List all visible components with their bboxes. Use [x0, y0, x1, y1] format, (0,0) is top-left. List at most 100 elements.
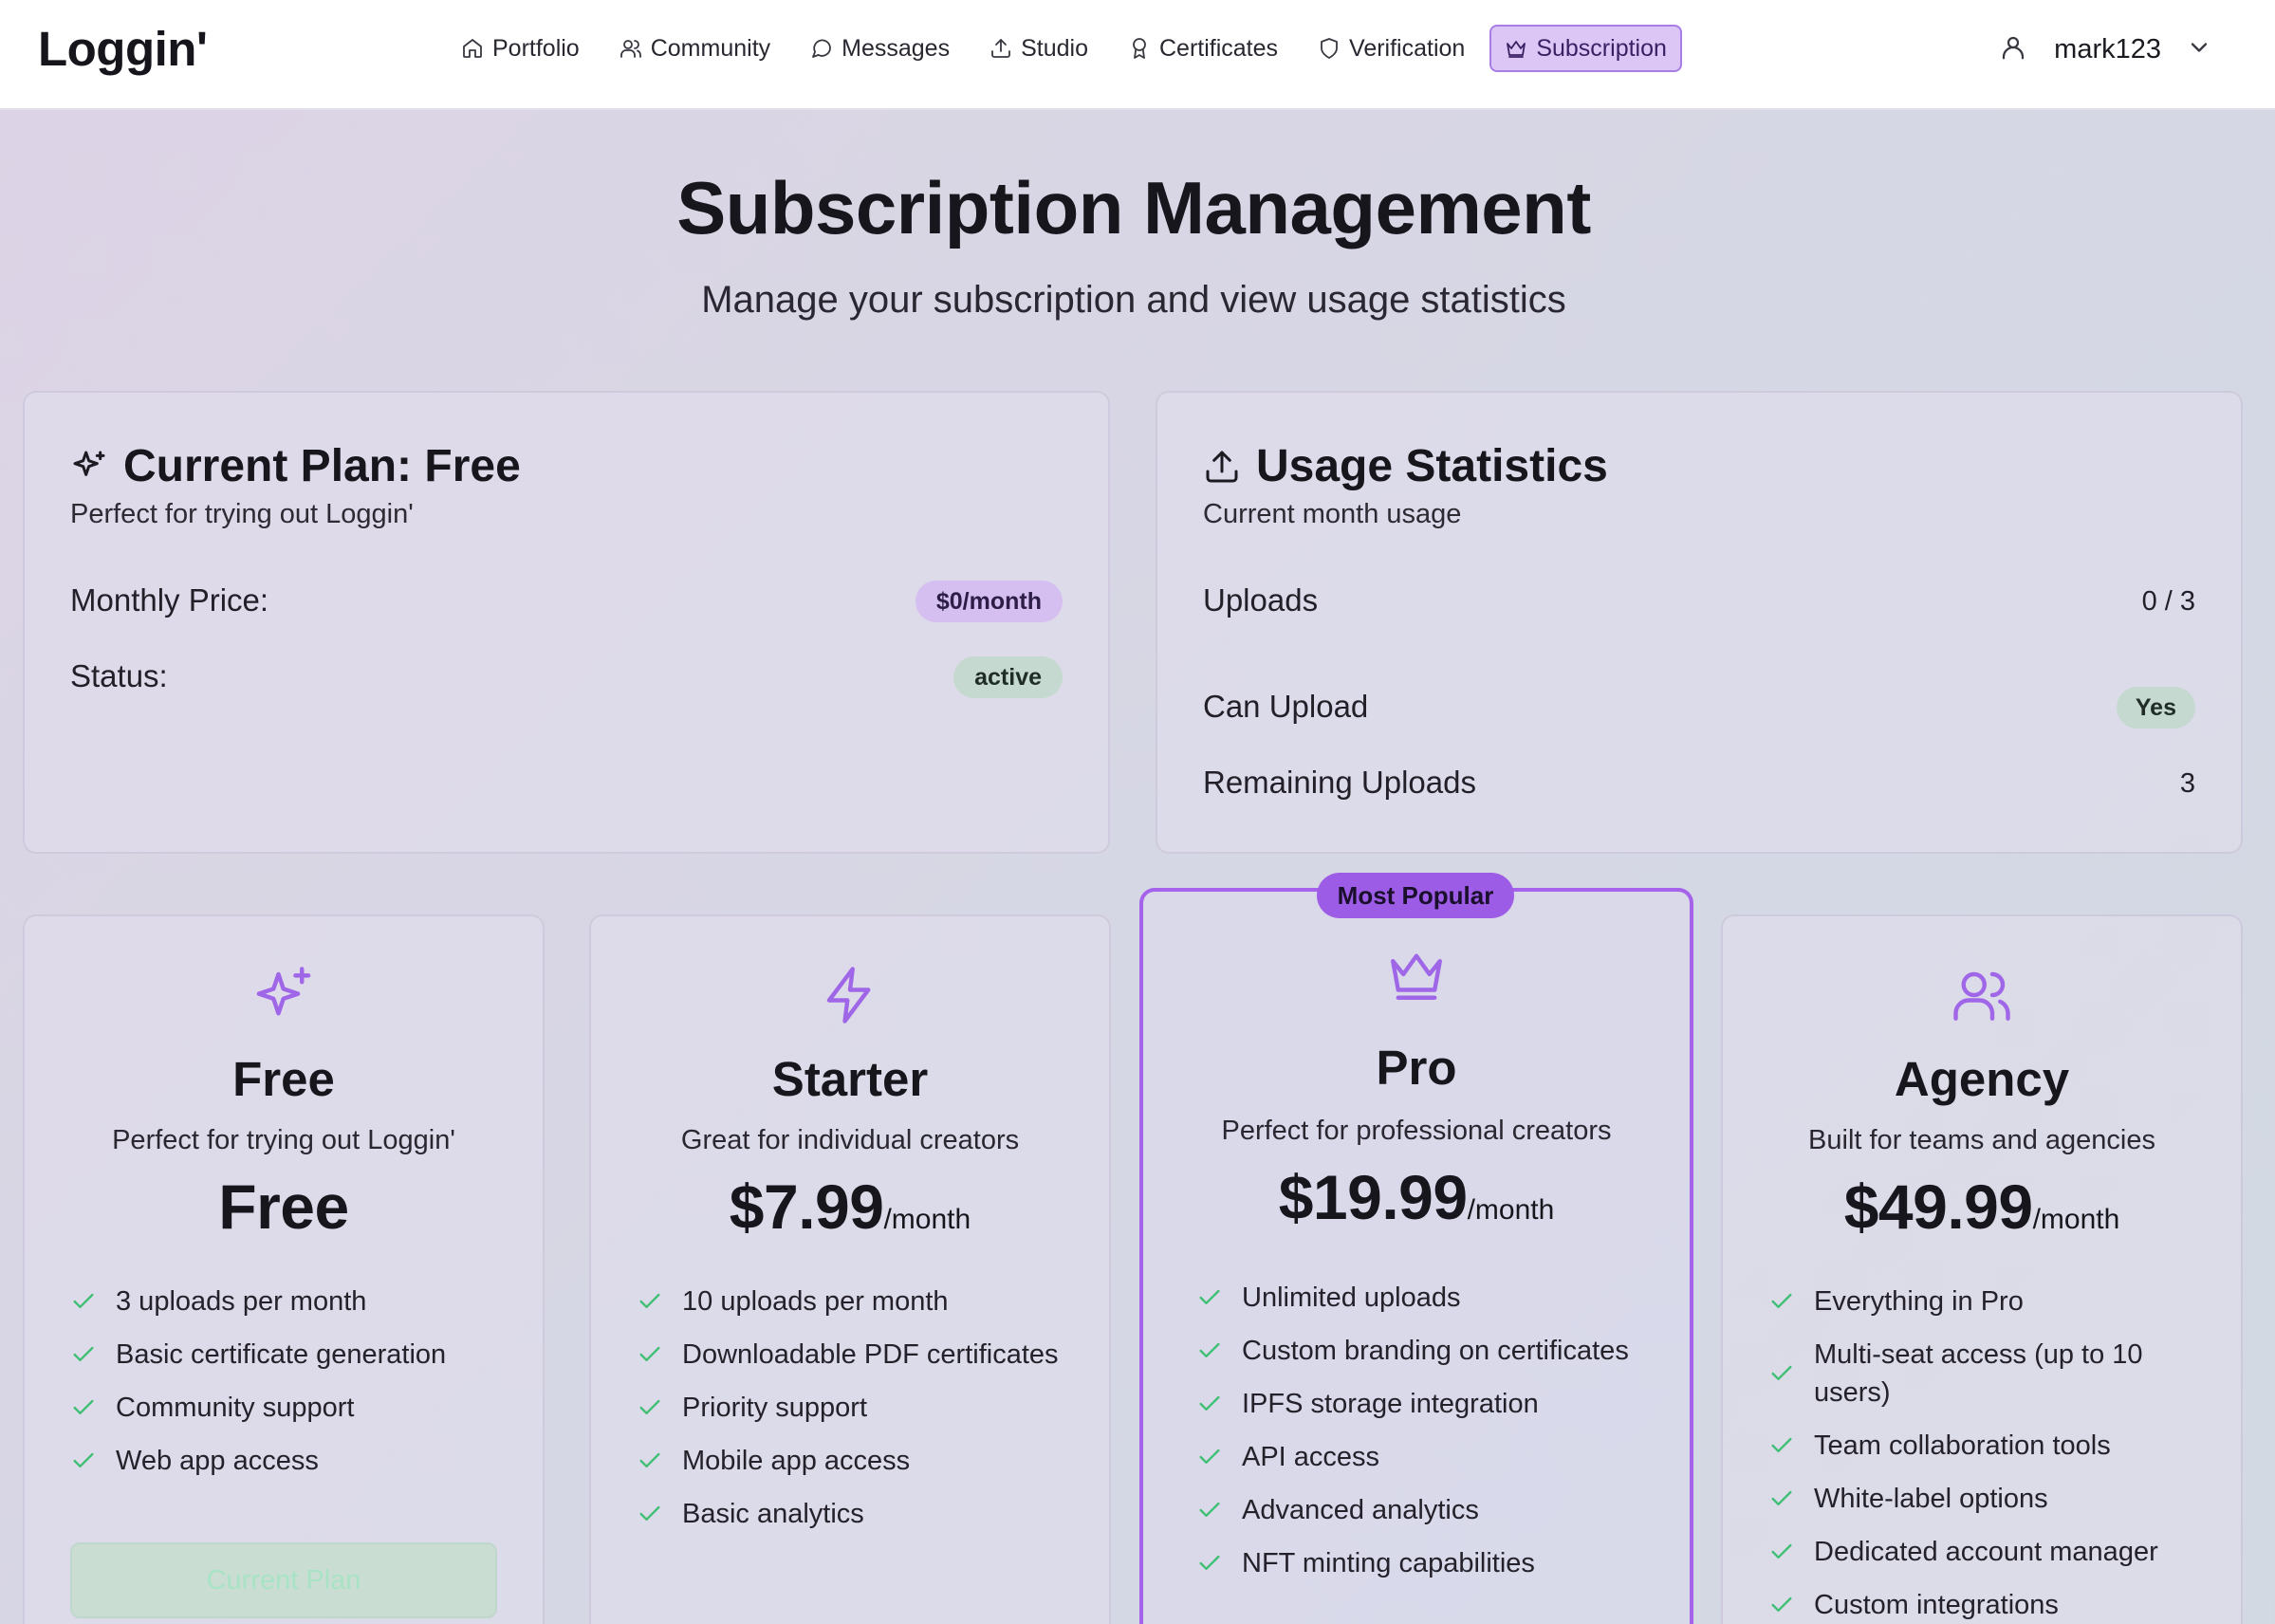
check-icon: [1199, 1555, 1220, 1570]
current-plan-button[interactable]: Current Plan: [70, 1542, 497, 1618]
plan-name: Agency: [1894, 1052, 2070, 1106]
current-plan-title-text: Current Plan: Free: [123, 441, 521, 491]
feature-text: Advanced analytics: [1242, 1495, 1479, 1525]
can-upload-label: Can Upload: [1203, 689, 1369, 724]
nav-subscription[interactable]: Subscription: [1489, 25, 1682, 72]
sparkles-icon: [256, 967, 311, 1016]
status-label: Status:: [70, 658, 168, 693]
plan-card-pro: Pro Perfect for professional creators $1…: [1139, 888, 1693, 1624]
plan-description: Built for teams and agencies: [1808, 1125, 2155, 1155]
feature-text: Basic certificate generation: [116, 1339, 447, 1370]
plan-description: Great for individual creators: [680, 1125, 1020, 1155]
feature-text: Custom branding on certificates: [1242, 1336, 1629, 1366]
nav-certificates[interactable]: Certificates: [1113, 25, 1293, 72]
feature-text: 3 uploads per month: [116, 1286, 367, 1317]
plan-card-free: Free Perfect for trying out Loggin' Free…: [23, 914, 545, 1624]
feature-text: Team collaboration tools: [1814, 1430, 2111, 1461]
plan-description: Perfect for trying out Loggin': [112, 1125, 455, 1155]
status-badge: active: [953, 656, 1063, 698]
feature-list: Everything in Pro Multi-seat access (up …: [1768, 1283, 2212, 1624]
current-plan-subtitle: Perfect for trying out Loggin': [70, 499, 414, 529]
monthly-price-badge: $0/month: [915, 581, 1063, 622]
check-icon: [1771, 1293, 1792, 1308]
feature-text: Everything in Pro: [1814, 1286, 2024, 1317]
feature-item: White-label options: [1768, 1480, 2212, 1518]
nav-label: Portfolio: [492, 34, 580, 62]
plan-description: Perfect for professional creators: [1221, 1116, 1612, 1146]
usage-subtitle: Current month usage: [1203, 499, 1462, 529]
message-icon: [812, 39, 832, 58]
plan-name: Free: [232, 1052, 335, 1106]
plan-name: Starter: [771, 1052, 929, 1106]
feature-item: Priority support: [637, 1389, 1081, 1427]
feature-item: NFT minting capabilities: [1196, 1544, 1661, 1582]
nav-studio[interactable]: Studio: [974, 25, 1103, 72]
feature-item: Community support: [70, 1389, 514, 1427]
nav-label: Messages: [842, 34, 951, 62]
chevron-down-icon: [2186, 34, 2212, 65]
plan-price-period: /month: [1467, 1194, 1555, 1226]
plan-price-amount: Free: [218, 1172, 349, 1242]
uploads-value: 0 / 3: [2141, 586, 2195, 617]
feature-item: Team collaboration tools: [1768, 1427, 2212, 1465]
feature-text: Priority support: [682, 1393, 868, 1423]
plan-price: Free: [25, 1171, 543, 1243]
current-plan-title: Current Plan: Free: [70, 440, 521, 492]
nav-portfolio[interactable]: Portfolio: [446, 25, 595, 72]
feature-text: API access: [1242, 1442, 1380, 1472]
plan-card-agency: Agency Built for teams and agencies $49.…: [1721, 914, 2243, 1624]
plan-name: Pro: [1376, 1041, 1457, 1095]
shield-icon: [1321, 38, 1338, 59]
feature-item: Multi-seat access (up to 10 users): [1768, 1336, 2212, 1412]
plan-price: $19.99/month: [1143, 1161, 1690, 1233]
feature-item: Unlimited uploads: [1196, 1279, 1661, 1317]
check-icon: [1199, 1289, 1220, 1304]
check-icon: [639, 1505, 660, 1521]
feature-item: IPFS storage integration: [1196, 1385, 1661, 1423]
check-icon: [73, 1452, 94, 1467]
plan-price-period: /month: [2032, 1204, 2120, 1235]
plan-price-amount: $19.99: [1278, 1162, 1468, 1232]
check-icon: [639, 1293, 660, 1308]
nav-label: Studio: [1021, 34, 1088, 62]
nav-label: Certificates: [1158, 34, 1279, 62]
feature-text: Web app access: [116, 1446, 319, 1476]
feature-text: Dedicated account manager: [1814, 1537, 2158, 1567]
feature-item: Downloadable PDF certificates: [637, 1336, 1081, 1374]
most-popular-badge: Most Popular: [1317, 873, 1514, 918]
top-navigation-bar: Loggin' Portfolio Community Messages Stu…: [0, 0, 2275, 110]
check-icon: [73, 1346, 94, 1361]
crown-icon: [1391, 953, 1442, 1000]
feature-text: Community support: [116, 1393, 355, 1423]
check-icon: [73, 1293, 94, 1308]
award-icon: [1133, 38, 1146, 59]
check-icon: [1199, 1502, 1220, 1517]
page-title: Subscription Management: [676, 166, 1591, 249]
usage-statistics-card: Usage Statistics Current month usage Upl…: [1156, 391, 2243, 854]
uploads-label: Uploads: [1203, 582, 1319, 618]
nav-community[interactable]: Community: [604, 25, 786, 72]
app-logo[interactable]: Loggin': [38, 21, 208, 77]
upload-icon: [1206, 451, 1238, 482]
feature-item: Web app access: [70, 1442, 514, 1480]
user-menu[interactable]: mark123: [1999, 28, 2212, 70]
feature-text: 10 uploads per month: [682, 1286, 949, 1317]
users-icon: [620, 40, 641, 58]
nav-label: Community: [650, 34, 771, 62]
feature-text: Unlimited uploads: [1242, 1283, 1461, 1313]
feature-text: Multi-seat access (up to 10 users): [1814, 1339, 2143, 1408]
check-icon: [73, 1399, 94, 1414]
check-icon: [1199, 1342, 1220, 1357]
nav-messages[interactable]: Messages: [795, 25, 965, 72]
plan-price-period: /month: [883, 1204, 971, 1235]
check-icon: [1771, 1365, 1792, 1380]
zap-icon: [826, 967, 871, 1024]
nav-verification[interactable]: Verification: [1303, 25, 1480, 72]
upload-icon: [991, 39, 1010, 58]
check-icon: [639, 1452, 660, 1467]
users-icon: [1953, 971, 2010, 1021]
page-subtitle: Manage your subscription and view usage …: [701, 279, 1566, 321]
crown-icon: [1507, 41, 1526, 58]
check-icon: [1199, 1449, 1220, 1464]
feature-text: Mobile app access: [682, 1446, 911, 1476]
